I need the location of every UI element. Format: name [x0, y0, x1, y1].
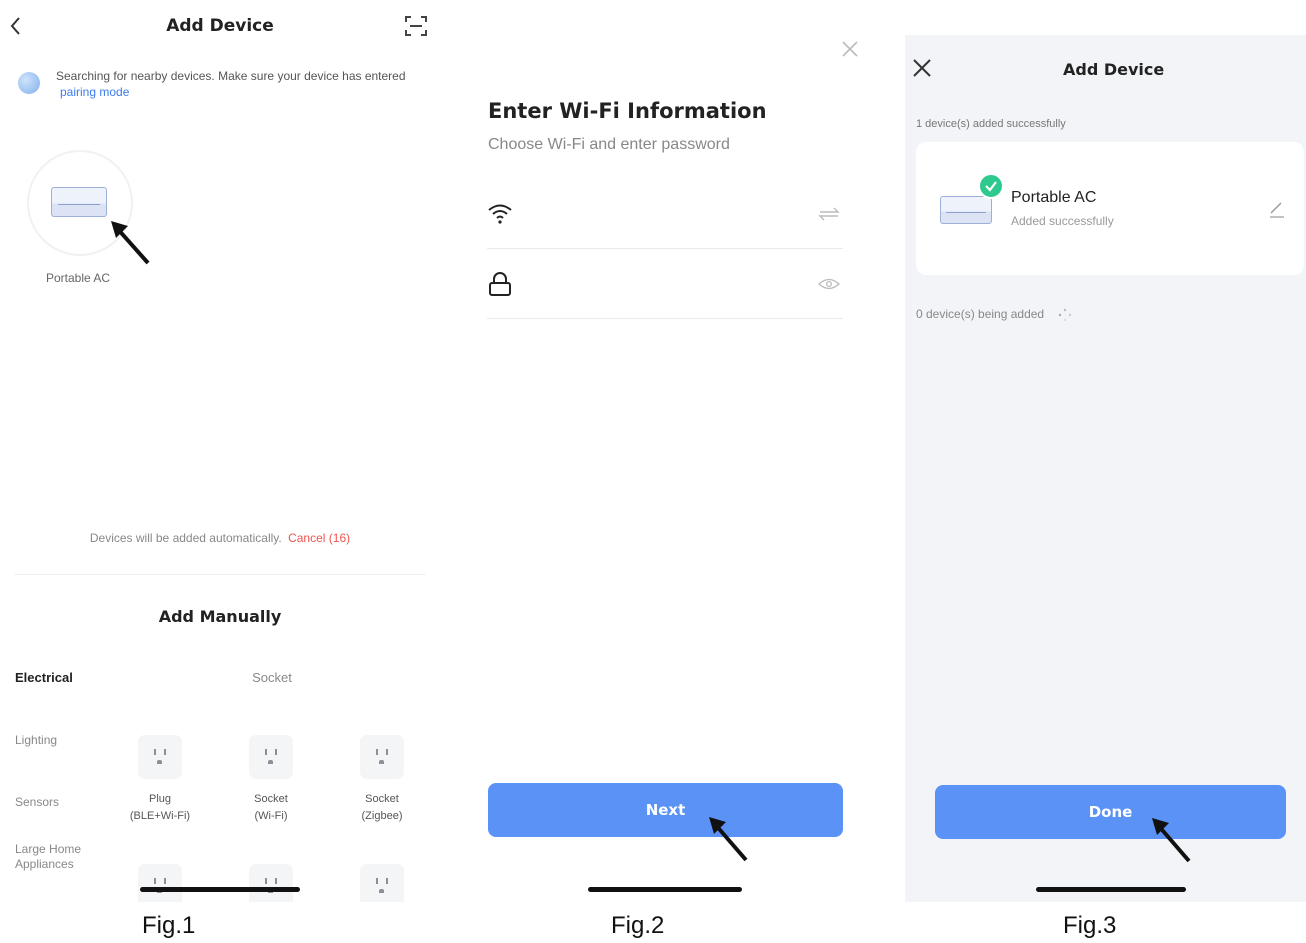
page-title: Add Device: [166, 16, 274, 36]
home-indicator: [588, 887, 742, 892]
found-device-name: Portable AC: [45, 271, 111, 285]
lock-icon: [489, 272, 511, 296]
divider: [14, 574, 426, 575]
eye-icon[interactable]: [818, 277, 840, 291]
category-sensors[interactable]: Sensors: [15, 795, 59, 809]
loading-spinner-icon: [1059, 308, 1072, 322]
device-label-line1: Socket: [365, 793, 399, 805]
device-label-line1: Plug: [148, 793, 172, 805]
adding-count: 0 device(s) being added: [916, 307, 1073, 323]
auto-add-text: Devices will be added automatically.: [89, 531, 282, 545]
device-tile[interactable]: [360, 864, 404, 902]
fig1-panel: Add Device Searching for nearby devices.…: [0, 0, 440, 902]
adding-count-text: 0 device(s) being added: [916, 307, 1045, 322]
device-tile-socket-zigbee[interactable]: [360, 735, 404, 779]
pairing-mode-link[interactable]: pairing mode: [60, 85, 129, 99]
pointer-arrow-icon: [709, 817, 748, 862]
success-check-icon: [978, 173, 1004, 199]
air-conditioner-icon: [51, 187, 107, 217]
figure-caption-1: Fig.1: [142, 912, 196, 939]
section-socket: Socket: [252, 670, 292, 685]
wifi-icon: [488, 204, 512, 224]
device-tile-plug[interactable]: [138, 735, 182, 779]
category-lighting[interactable]: Lighting: [15, 733, 57, 747]
pointer-arrow-icon: [111, 221, 150, 265]
device-label-line2: (Wi-Fi): [254, 810, 288, 822]
figure-caption-3: Fig.3: [1063, 912, 1117, 939]
password-field[interactable]: [487, 250, 843, 319]
device-label-socket-zigbee: Socket (Zigbee): [337, 791, 427, 825]
close-button[interactable]: [839, 38, 861, 60]
edit-icon[interactable]: [1267, 199, 1287, 219]
wifi-title: Enter Wi-Fi Information: [488, 99, 767, 123]
switch-network-icon[interactable]: [818, 207, 840, 221]
device-label-plug: Plug (BLE+Wi-Fi): [115, 791, 205, 825]
scan-icon: [405, 16, 427, 36]
page-title: Add Device: [1063, 60, 1165, 79]
searching-indicator-icon: [18, 72, 40, 94]
wifi-subtitle: Choose Wi-Fi and enter password: [488, 136, 730, 153]
device-label-line1: Socket: [254, 793, 288, 805]
auto-add-notice: Devices will be added automatically. Can…: [0, 531, 440, 545]
fig3-panel: Add Device 1 device(s) added successfull…: [905, 35, 1306, 902]
air-conditioner-icon: [940, 196, 992, 224]
wifi-field[interactable]: [487, 190, 843, 249]
cancel-link[interactable]: Cancel (16): [288, 531, 350, 545]
home-indicator: [140, 887, 300, 892]
search-status-text: Searching for nearby devices. Make sure …: [56, 69, 406, 83]
search-status: Searching for nearby devices. Make sure …: [56, 68, 426, 100]
added-count: 1 device(s) added successfully: [916, 118, 1066, 130]
done-button[interactable]: Done: [935, 785, 1286, 839]
device-tile[interactable]: [249, 864, 293, 902]
close-button[interactable]: [911, 57, 933, 79]
pointer-arrow-icon: [1152, 818, 1191, 863]
device-label-socket-wifi: Socket (Wi-Fi): [226, 791, 316, 825]
device-tile[interactable]: [138, 864, 182, 902]
device-tile-socket-wifi[interactable]: [249, 735, 293, 779]
device-label-line2: (Zigbee): [361, 810, 403, 822]
home-indicator: [1036, 887, 1186, 892]
close-icon: [913, 59, 931, 77]
category-large-home-appliances[interactable]: Large Home Appliances: [15, 842, 90, 872]
figure-caption-2: Fig.2: [611, 912, 665, 939]
fig2-panel: Enter Wi-Fi Information Choose Wi-Fi and…: [450, 0, 880, 902]
scan-button[interactable]: [403, 14, 429, 38]
add-manually-title: Add Manually: [158, 607, 282, 626]
category-electrical[interactable]: Electrical: [15, 670, 73, 685]
device-label-line2: (BLE+Wi-Fi): [129, 810, 191, 822]
device-name: Portable AC: [1011, 189, 1097, 206]
close-icon: [842, 41, 858, 57]
device-status: Added successfully: [1011, 214, 1114, 228]
next-button[interactable]: Next: [488, 783, 843, 837]
